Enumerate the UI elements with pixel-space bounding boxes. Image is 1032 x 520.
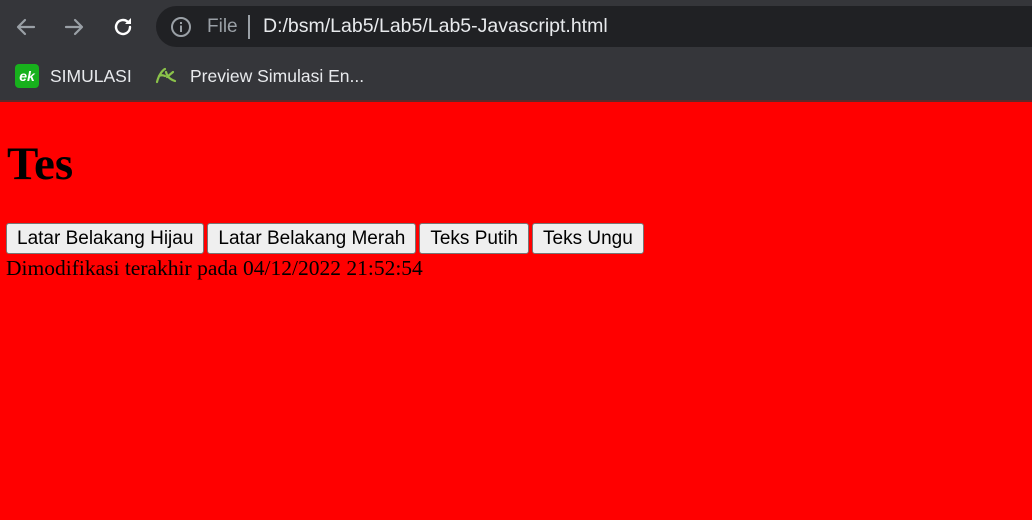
url-text[interactable]: D:/bsm/Lab5/Lab5/Lab5-Javascript.html bbox=[263, 15, 608, 37]
browser-chrome: File D:/bsm/Lab5/Lab5/Lab5-Javascript.ht… bbox=[0, 0, 1032, 102]
back-arrow-icon bbox=[16, 18, 36, 36]
forward-arrow-icon bbox=[64, 18, 84, 36]
browser-toolbar: File D:/bsm/Lab5/Lab5/Lab5-Javascript.ht… bbox=[0, 0, 1032, 54]
bookmark-label: SIMULASI bbox=[50, 65, 132, 86]
page-heading: Tes bbox=[7, 138, 74, 190]
green-background-button[interactable]: Latar Belakang Hijau bbox=[6, 223, 205, 254]
bookmark-simulasi[interactable]: ek SIMULASI bbox=[15, 62, 132, 90]
forward-button[interactable] bbox=[57, 10, 91, 44]
white-text-button[interactable]: Teks Putih bbox=[419, 223, 529, 254]
button-row: Latar Belakang Hijau Latar Belakang Merah… bbox=[6, 223, 647, 254]
last-modified-text: Dimodifikasi terakhir pada 04/12/2022 21… bbox=[6, 256, 423, 280]
ek-leaf-icon bbox=[155, 67, 177, 84]
bookmark-preview-simulasi[interactable]: Preview Simulasi En... bbox=[153, 62, 364, 90]
page-content: Tes Latar Belakang Hijau Latar Belakang M… bbox=[0, 102, 1032, 520]
back-button[interactable] bbox=[9, 10, 43, 44]
address-bar[interactable]: File D:/bsm/Lab5/Lab5/Lab5-Javascript.ht… bbox=[156, 6, 1032, 47]
address-divider bbox=[248, 15, 250, 39]
red-background-button[interactable]: Latar Belakang Merah bbox=[207, 223, 417, 254]
reload-button[interactable] bbox=[106, 10, 140, 44]
bookmark-label: Preview Simulasi En... bbox=[190, 65, 365, 86]
info-icon[interactable] bbox=[170, 16, 192, 43]
url-scheme-label: File bbox=[207, 16, 238, 37]
purple-text-button[interactable]: Teks Ungu bbox=[532, 223, 644, 254]
reload-icon bbox=[114, 18, 132, 36]
bookmarks-bar: ek SIMULASI Preview Simulasi En... bbox=[0, 54, 1032, 100]
ek-logo-icon: ek bbox=[15, 64, 39, 88]
